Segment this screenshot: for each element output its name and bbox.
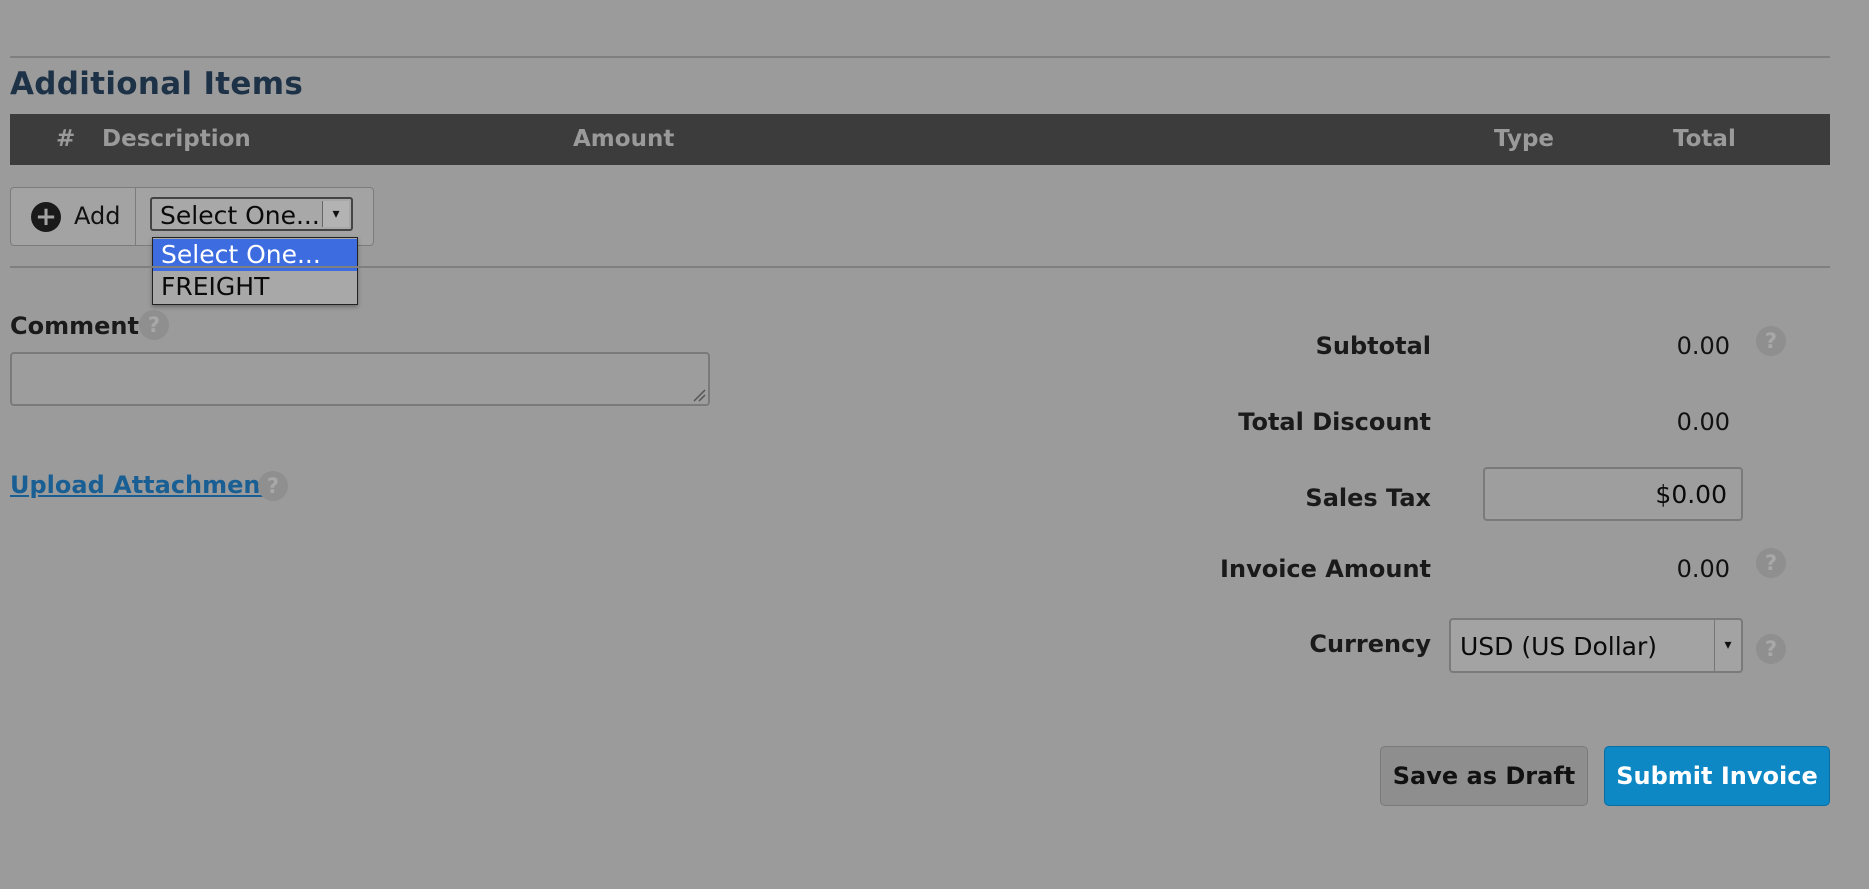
column-header-description: Description <box>102 126 251 152</box>
chevron-down-icon[interactable]: ▾ <box>1714 620 1741 671</box>
sales-tax-label: Sales Tax <box>1305 484 1431 512</box>
dropdown-option-freight[interactable]: FREIGHT <box>153 271 357 303</box>
comment-textarea[interactable] <box>10 352 710 406</box>
currency-select[interactable]: USD (US Dollar) ▾ <box>1449 618 1743 673</box>
subtotal-value: 0.00 <box>1676 332 1730 360</box>
resize-grip-icon[interactable] <box>692 388 706 402</box>
total-discount-label: Total Discount <box>1238 408 1431 436</box>
top-divider <box>10 56 1830 58</box>
add-item-button[interactable]: + Add <box>11 188 136 245</box>
column-header-amount: Amount <box>573 126 675 152</box>
upload-help-icon[interactable]: ? <box>258 471 288 501</box>
subtotal-help-icon[interactable]: ? <box>1756 326 1786 356</box>
currency-select-value: USD (US Dollar) <box>1460 632 1658 661</box>
chevron-down-icon[interactable]: ▾ <box>322 201 349 227</box>
upload-attachment-link[interactable]: Upload Attachment <box>10 471 272 499</box>
subtotal-label: Subtotal <box>1315 332 1431 360</box>
total-discount-value: 0.00 <box>1676 408 1730 436</box>
middle-divider <box>10 266 1830 268</box>
save-as-draft-button[interactable]: Save as Draft <box>1380 746 1588 806</box>
currency-label: Currency <box>1309 630 1431 658</box>
section-title: Additional Items <box>10 66 304 102</box>
currency-help-icon[interactable]: ? <box>1756 634 1786 664</box>
item-type-select[interactable]: Select One... ▾ <box>150 197 353 231</box>
items-table-header: # Description Amount Type Total <box>10 114 1830 165</box>
column-header-total: Total <box>1673 126 1736 152</box>
item-type-select-value: Select One... <box>160 201 320 230</box>
submit-invoice-button[interactable]: Submit Invoice <box>1604 746 1830 806</box>
comment-help-icon[interactable]: ? <box>139 310 169 340</box>
column-header-number: # <box>56 126 76 152</box>
sales-tax-input[interactable]: $0.00 <box>1483 467 1743 521</box>
item-type-dropdown-list: Select One... FREIGHT <box>152 237 358 305</box>
add-item-label: Add <box>74 202 121 230</box>
plus-circle-icon: + <box>31 202 61 232</box>
column-header-type: Type <box>1494 126 1555 152</box>
invoice-amount-help-icon[interactable]: ? <box>1756 548 1786 578</box>
invoice-amount-label: Invoice Amount <box>1220 555 1431 583</box>
comment-label: Comment <box>10 312 139 340</box>
invoice-amount-value: 0.00 <box>1676 555 1730 583</box>
sales-tax-value: $0.00 <box>1655 480 1727 509</box>
